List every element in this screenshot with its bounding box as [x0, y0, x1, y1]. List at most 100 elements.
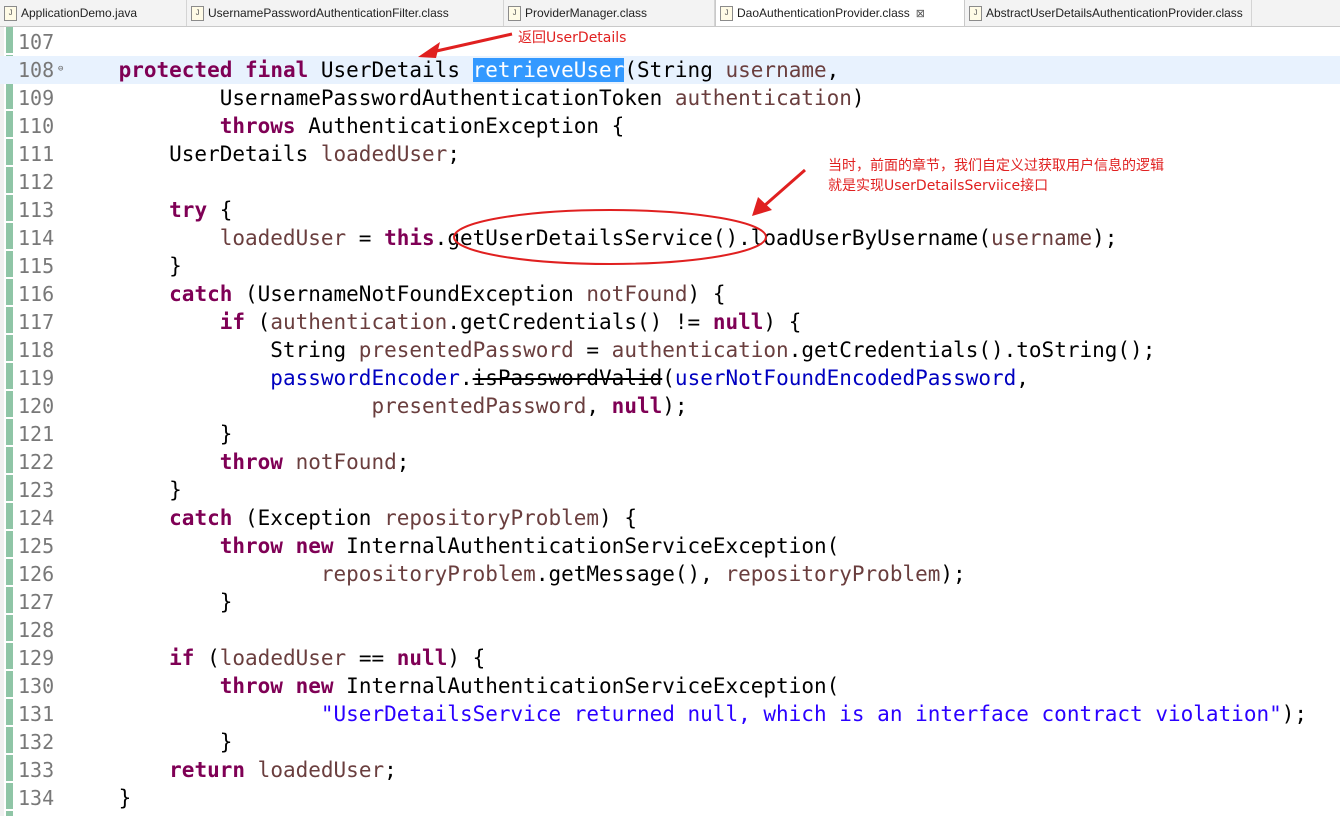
code-text: throw notFound; [68, 448, 410, 476]
code-token: catch [169, 282, 233, 306]
line-number: 107 [18, 30, 55, 54]
tab-3[interactable]: J DaoAuthenticationProvider.class ⊠ [715, 0, 965, 26]
code-token: if [219, 310, 246, 334]
code-token: loadedUser [257, 758, 385, 782]
code-text: throw new InternalAuthenticationServiceE… [68, 532, 840, 560]
class-file-icon: J [720, 5, 733, 21]
code-text: String presentedPassword = authenticatio… [68, 336, 1155, 364]
code-line[interactable]: 108 ⊖ protected final UserDetails retriev… [0, 56, 1340, 84]
code-token: } [68, 254, 182, 278]
code-token: authentication [611, 338, 789, 362]
code-line[interactable]: 120 presentedPassword, null); [0, 392, 1340, 420]
code-token: username [990, 226, 1093, 250]
code-token: = [573, 338, 612, 362]
code-line[interactable]: 109 UsernamePasswordAuthenticationToken … [0, 84, 1340, 112]
code-token: .getCredentials() != [447, 310, 713, 334]
line-number: 128 [18, 618, 55, 642]
code-line[interactable]: 127 } [0, 588, 1340, 616]
line-number: 125 [18, 534, 55, 558]
tab-0[interactable]: J ApplicationDemo.java [0, 0, 187, 26]
code-token: } [68, 786, 132, 810]
line-number: 116 [18, 282, 55, 306]
code-text: presentedPassword, null); [68, 392, 687, 420]
code-token: repositoryProblem [725, 562, 941, 586]
code-text: UsernamePasswordAuthenticationToken auth… [68, 84, 865, 112]
line-number: 131 [18, 702, 55, 726]
code-token: isPasswordValid [472, 366, 663, 390]
code-line[interactable]: 132 } [0, 728, 1340, 756]
code-line[interactable]: 107 [0, 28, 1340, 56]
code-line[interactable]: 129 if (loadedUser == null) { [0, 644, 1340, 672]
code-text: } [68, 420, 233, 448]
code-token: ( [194, 646, 220, 670]
code-line[interactable]: 123 } [0, 476, 1340, 504]
code-line[interactable]: 130 throw new InternalAuthenticationServ… [0, 672, 1340, 700]
code-token: try [169, 198, 208, 222]
line-number: 109 [18, 86, 55, 110]
service-annotation-line1: 当时，前面的章节，我们自定义过获取用户信息的逻辑 [828, 158, 1164, 174]
code-token: AuthenticationException { [295, 114, 625, 138]
close-tab-icon[interactable]: ⊠ [916, 7, 925, 20]
code-token: this [384, 226, 435, 250]
code-line[interactable]: 125 throw new InternalAuthenticationServ… [0, 532, 1340, 560]
code-line[interactable]: 126 repositoryProblem.getMessage(), repo… [0, 560, 1340, 588]
service-annotation-line2: 就是实现UserDetailsServiice接口 [828, 178, 1049, 194]
code-token: ; [396, 450, 410, 474]
code-token: passwordEncoder [270, 366, 460, 390]
tab-2[interactable]: J ProviderManager.class [504, 0, 715, 26]
code-line[interactable]: 115 } [0, 252, 1340, 280]
code-token: ) { [687, 282, 726, 306]
code-line[interactable]: 113 try { [0, 196, 1340, 224]
code-token: catch [169, 506, 233, 530]
line-number: 121 [18, 422, 55, 446]
line-number: 110 [18, 114, 55, 138]
code-line[interactable]: 119 passwordEncoder.isPasswordValid(user… [0, 364, 1340, 392]
tab-4[interactable]: J AbstractUserDetailsAuthenticationProvid… [965, 0, 1252, 26]
code-token: throw [219, 534, 283, 558]
code-line[interactable]: 118 String presentedPassword = authentic… [0, 336, 1340, 364]
code-text: try { [68, 196, 232, 224]
tab-1[interactable]: J UsernamePasswordAuthenticationFilter.cl… [187, 0, 504, 26]
code-token: ( [245, 310, 271, 334]
code-token: authentication [674, 86, 852, 110]
code-line[interactable]: 128 [0, 616, 1340, 644]
code-line[interactable]: 134 } [0, 784, 1340, 812]
code-line[interactable]: 110 throws AuthenticationException { [0, 112, 1340, 140]
code-editor[interactable]: 107 108 ⊖ protected final UserDetails retr… [0, 27, 1340, 816]
fold-icon[interactable]: ⊖ [58, 64, 63, 74]
code-line[interactable]: 133 return loadedUser; [0, 756, 1340, 784]
code-text: catch (Exception repositoryProblem) { [68, 504, 637, 532]
code-token: .getCredentials().toString(); [788, 338, 1156, 362]
code-token: if [169, 646, 195, 670]
code-line[interactable]: 117 if (authentication.getCredentials() … [0, 308, 1340, 336]
code-token: (UsernameNotFoundException [232, 282, 587, 306]
code-line[interactable]: 122 throw notFound; [0, 448, 1340, 476]
line-number: 112 [18, 170, 55, 194]
code-line[interactable]: 131 "UserDetailsService returned null, w… [0, 700, 1340, 728]
code-token: . [459, 366, 473, 390]
line-number: 111 [18, 142, 55, 166]
line-number: 129 [18, 646, 55, 670]
code-line[interactable]: 116 catch (UsernameNotFoundException not… [0, 280, 1340, 308]
line-number: 115 [18, 254, 55, 278]
code-text: repositoryProblem.getMessage(), reposito… [68, 560, 966, 588]
code-text: catch (UsernameNotFoundException notFoun… [68, 280, 725, 308]
code-text: throw new InternalAuthenticationServiceE… [68, 672, 840, 700]
code-token: ) { [447, 646, 486, 670]
code-token: ); [1281, 702, 1308, 726]
code-line[interactable]: 121 } [0, 420, 1340, 448]
code-line[interactable]: 124 catch (Exception repositoryProblem) … [0, 504, 1340, 532]
code-token: repositoryProblem [320, 562, 536, 586]
code-token: final [245, 58, 309, 82]
code-line[interactable]: 114 loadedUser = this.getUserDetailsServ… [0, 224, 1340, 252]
code-token: ( [662, 366, 675, 390]
